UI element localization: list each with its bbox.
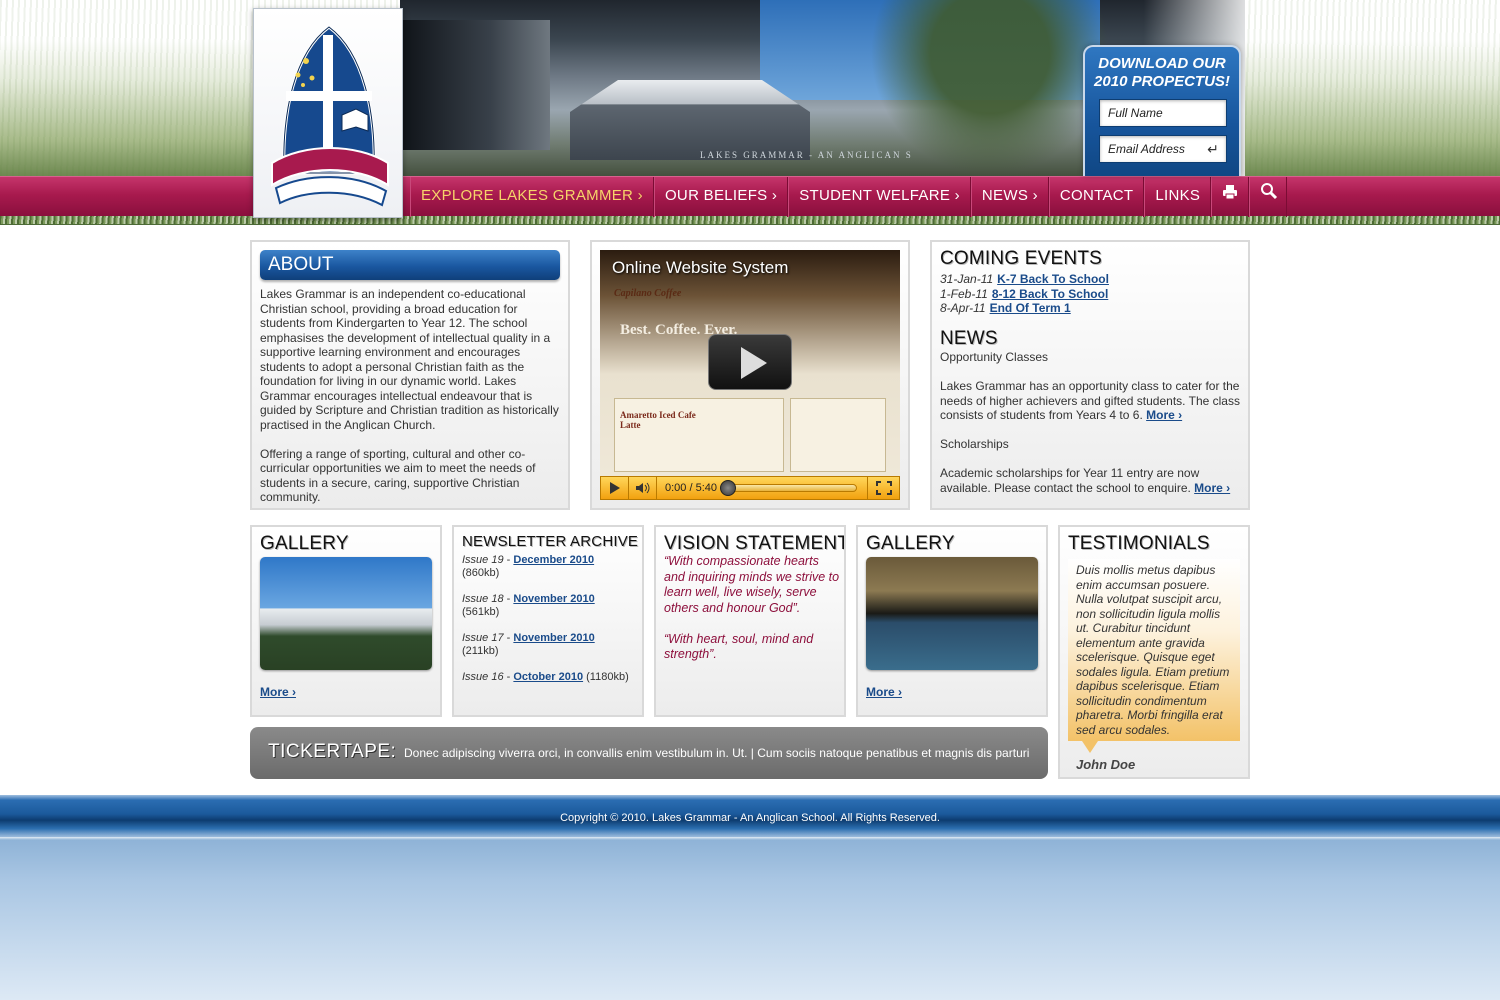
event-link[interactable]: K-7 Back To School (997, 272, 1109, 286)
gallery-image[interactable] (866, 557, 1038, 670)
video-progress-thumb[interactable] (720, 480, 736, 496)
video-controls: 0:00 / 5:40 (600, 476, 900, 500)
list-item: 8-Apr-11 End Of Term 1 (940, 301, 1071, 315)
video-time: 0:00 / 5:40 (665, 482, 717, 494)
print-icon[interactable] (1211, 177, 1250, 217)
coming-events-title: COMING EVENTS (940, 248, 1103, 269)
events-news-panel: COMING EVENTS 31-Jan-11 K-7 Back To Schoo… (930, 240, 1250, 510)
school-logo[interactable] (253, 8, 403, 218)
testimonials-title: TESTIMONIALS (1068, 533, 1210, 554)
submit-arrow-icon[interactable]: ↵ (1203, 139, 1223, 159)
testimonial-quote: Duis mollis metus dapibus enim accumsan … (1068, 559, 1240, 741)
event-link[interactable]: 8-12 Back To School (992, 287, 1108, 301)
photo-caption: LAKES GRAMMAR - AN ANGLICAN S (700, 150, 913, 160)
more-link[interactable]: More › (1194, 481, 1230, 495)
list-item: 1-Feb-11 8-12 Back To School (940, 286, 1109, 301)
about-title: ABOUT (260, 250, 560, 280)
newsletter-link[interactable]: November 2010 (513, 632, 594, 644)
newsletter-link[interactable]: November 2010 (513, 593, 594, 605)
news-title: NEWS (940, 328, 998, 349)
tickertape: TICKERTAPE: Donec adipiscing viverra orc… (250, 727, 1048, 779)
header: LAKES GRAMMAR - AN ANGLICAN S EXPLORE LA… (0, 0, 1500, 225)
video-progress-track[interactable] (720, 480, 857, 496)
gallery-more-link[interactable]: More › (260, 685, 296, 699)
vision-text: “With compassionate hearts and inquiring… (664, 554, 840, 661)
video-subheading: Amaretto Iced Cafe Latte (620, 410, 696, 430)
copyright-text: Copyright © 2010. Lakes Grammar - An Ang… (560, 812, 940, 824)
events-list: 31-Jan-11 K-7 Back To School 1-Feb-11 8-12… (940, 272, 1109, 316)
news-heading: Scholarships (940, 437, 1009, 451)
testimonials-panel: TESTIMONIALS Duis mollis metus dapibus e… (1058, 525, 1250, 779)
list-item: Issue 17 - November 2010 (211kb) (462, 632, 595, 657)
gallery-panel: GALLERY More › (250, 525, 442, 717)
testimonial-author: John Doe (1076, 757, 1136, 772)
vision-statement-panel: VISION STATEMENT “With compassionate hea… (654, 525, 846, 717)
news-body: Opportunity Classes Lakes Grammar has an… (940, 350, 1244, 508)
quote-tail (1082, 741, 1098, 753)
nav-explore-lakes-grammar[interactable]: EXPLORE LAKES GRAMMER › (410, 177, 654, 217)
gallery-image[interactable] (260, 557, 432, 670)
prospectus-download-form: DOWNLOAD OUR 2010 PROPECTUS! ↵ (1083, 45, 1241, 176)
vision-title: VISION STATEMENT (664, 533, 846, 554)
news-heading: Opportunity Classes (940, 350, 1049, 364)
prospectus-title: DOWNLOAD OUR 2010 PROPECTUS! (1094, 55, 1230, 90)
footer: Copyright © 2010. Lakes Grammar - An Ang… (0, 795, 1500, 837)
video-title: Online Website System (612, 258, 789, 277)
list-item: Issue 16 - October 2010 (1180kb) (462, 671, 629, 683)
list-item: Issue 19 - December 2010 (860kb) (462, 554, 595, 579)
fullscreen-icon[interactable] (867, 477, 899, 499)
nav-news[interactable]: NEWS › (970, 177, 1049, 217)
nav-links[interactable]: LINKS (1144, 177, 1212, 217)
gallery-more-link[interactable]: More › (866, 685, 902, 699)
main-nav: EXPLORE LAKES GRAMMER › OUR BELIEFS › ST… (0, 176, 1500, 217)
gallery-title: GALLERY (866, 533, 955, 554)
newsletter-link[interactable]: December 2010 (513, 554, 594, 566)
list-item: Issue 18 - November 2010 (561kb) (462, 593, 595, 618)
gallery-title: GALLERY (260, 533, 349, 554)
play-overlay-button[interactable] (708, 334, 792, 390)
video-brand: Capilano Coffee (614, 288, 682, 299)
nav-contact[interactable]: CONTACT (1048, 177, 1145, 217)
video-screen[interactable]: Capilano Coffee Best. Coffee. Ever. Amar… (600, 250, 900, 476)
event-link[interactable]: End Of Term 1 (990, 301, 1071, 315)
full-name-input[interactable] (1099, 99, 1227, 127)
nav-student-welfare[interactable]: STUDENT WELFARE › (788, 177, 971, 217)
play-icon[interactable] (601, 477, 629, 499)
tickertape-label: TICKERTAPE: (268, 741, 397, 762)
gallery-panel-2: GALLERY More › (856, 525, 1048, 717)
volume-icon[interactable] (629, 477, 657, 499)
more-link[interactable]: More › (1146, 408, 1182, 422)
about-text: Lakes Grammar is an independent co-educa… (260, 287, 559, 504)
search-icon[interactable] (1249, 177, 1288, 217)
list-item: 31-Jan-11 K-7 Back To School (940, 272, 1109, 286)
newsletter-title: NEWSLETTER ARCHIVE (462, 533, 639, 550)
about-panel: ABOUT Lakes Grammar is an independent co… (250, 240, 570, 510)
newsletter-archive-panel: NEWSLETTER ARCHIVE Issue 19 - December 2… (452, 525, 644, 717)
tickertape-text: Donec adipiscing viverra orci, in conval… (404, 746, 1030, 760)
nav-our-beliefs[interactable]: OUR BELIEFS › (653, 177, 789, 217)
video-panel: Capilano Coffee Best. Coffee. Ever. Amar… (590, 240, 910, 510)
newsletter-link[interactable]: October 2010 (513, 671, 583, 683)
newsletter-list: Issue 19 - December 2010 (860kb) Issue 18… (462, 554, 640, 697)
